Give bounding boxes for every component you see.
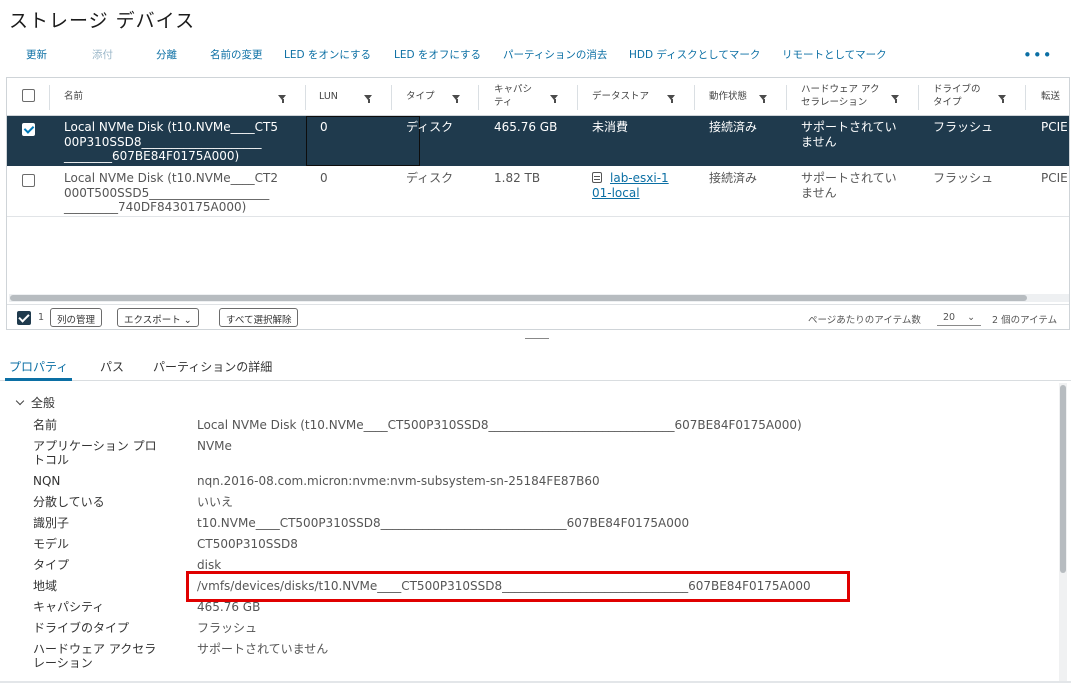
property-value: Local NVMe Disk (t10.NVMe____CT500P310SS… — [197, 418, 802, 432]
row-checkbox[interactable] — [22, 174, 35, 187]
property-label: 分散している — [33, 495, 105, 509]
column-header-capacity[interactable]: キャパシ ティ — [494, 78, 532, 115]
device-type: ディスク — [406, 171, 454, 185]
filter-icon[interactable] — [891, 95, 900, 103]
device-hw-acceleration: サポートされてい ません — [801, 120, 897, 149]
property-value: NVMe — [197, 439, 232, 453]
detach-button[interactable]: 分離 — [156, 47, 177, 62]
selection-checkbox[interactable] — [17, 311, 31, 325]
filter-icon[interactable] — [998, 95, 1007, 103]
filter-icon[interactable] — [667, 95, 676, 103]
property-label: アプリケーション プロ トコル — [33, 439, 157, 467]
property-value: サポートされていません — [197, 642, 329, 656]
filter-icon[interactable] — [452, 95, 461, 103]
rename-button[interactable]: 名前の変更 — [210, 47, 263, 62]
refresh-button[interactable]: 更新 — [26, 47, 47, 62]
details-tabs: プロパティ パス パーティションの詳細 — [0, 355, 1071, 381]
device-lun: 0 — [320, 171, 328, 185]
device-state: 接続済み — [709, 120, 758, 134]
led-on-button[interactable]: LED をオンにする — [284, 47, 371, 62]
property-value: CT500P310SSD8 — [197, 537, 298, 551]
deselect-all-button[interactable]: すべて選択解除 — [219, 308, 299, 327]
chevron-down-icon — [15, 396, 25, 406]
property-label: ドライブのタイプ — [33, 621, 130, 635]
device-datastore: 未消費 — [592, 120, 629, 134]
storage-devices-grid: 名前 LUN タイプ キャパシ ティ データストア 動作状態 ハードウェア アク… — [6, 77, 1070, 330]
grid-footer: 1 列の管理 エクスポート ⌄ すべて選択解除 ページあたりのアイテム数 20 … — [7, 304, 1069, 329]
device-lun: 0 — [320, 120, 328, 134]
device-transport: PCIE — [1041, 120, 1068, 134]
device-state: 接続済み — [709, 171, 758, 185]
led-off-button[interactable]: LED をオフにする — [394, 47, 481, 62]
property-label: NQN — [33, 474, 61, 488]
page-title: ストレージ デバイス — [9, 10, 196, 32]
device-type: ディスク — [406, 120, 454, 134]
scrollbar-thumb[interactable] — [1060, 385, 1066, 573]
filter-icon[interactable] — [278, 95, 287, 103]
selected-count: 1 — [38, 312, 45, 323]
highlight-box — [186, 571, 850, 602]
attach-button: 添付 — [92, 49, 113, 61]
property-value: t10.NVMe____CT500P310SSD8_______________… — [197, 516, 690, 530]
table-row[interactable]: Local NVMe Disk (t10.NVMe____CT5 00P310S… — [7, 116, 1069, 166]
property-label: モデル — [33, 537, 70, 551]
device-hw-acceleration: サポートされてい ません — [801, 171, 897, 200]
device-name: Local NVMe Disk (t10.NVMe____CT5 00P310S… — [64, 120, 278, 163]
property-label: 識別子 — [33, 516, 70, 530]
property-value: いいえ — [197, 495, 234, 509]
column-header-drive-type[interactable]: ドライブの タイプ — [933, 78, 981, 115]
chevron-down-icon: ⌄ — [967, 312, 976, 323]
select-all-checkbox[interactable] — [22, 89, 35, 102]
more-actions-button[interactable]: ••• — [1023, 46, 1053, 64]
manage-columns-button[interactable]: 列の管理 — [50, 308, 103, 327]
device-drive-type: フラッシュ — [933, 171, 994, 185]
property-label: キャパシティ — [33, 600, 105, 614]
properties-panel: 全般 名前 Local NVMe Disk (t10.NVMe____CT500… — [0, 383, 1067, 683]
pane-resize-handle[interactable] — [525, 338, 549, 339]
tab-partition-details[interactable]: パーティションの詳細 — [153, 358, 272, 375]
datastore-icon — [592, 172, 602, 183]
property-label: 地域 — [33, 579, 58, 593]
property-value: disk — [197, 558, 222, 572]
mark-remote-button[interactable]: リモートとしてマーク — [782, 47, 887, 62]
item-count: 2 個のアイテム — [992, 315, 1058, 326]
property-label: ハードウェア アクセラ レーション — [33, 642, 157, 670]
erase-partitions-button[interactable]: パーティションの消去 — [503, 47, 607, 62]
property-value: 465.76 GB — [197, 600, 261, 614]
filter-icon[interactable] — [364, 95, 373, 103]
divider — [0, 681, 1071, 683]
scrollbar-thumb[interactable] — [10, 295, 1027, 301]
device-transport: PCIE — [1041, 171, 1068, 185]
page-size-select[interactable]: 20 ⌄ — [937, 310, 981, 326]
horizontal-scrollbar[interactable] — [9, 294, 1069, 302]
property-value: フラッシュ — [197, 621, 258, 635]
grid-header: 名前 LUN タイプ キャパシ ティ データストア 動作状態 ハードウェア アク… — [7, 78, 1069, 116]
device-capacity: 1.82 TB — [494, 171, 541, 185]
items-per-page-label: ページあたりのアイテム数 — [808, 315, 921, 326]
column-header-hw-acceleration[interactable]: ハードウェア アク セラレーション — [801, 78, 880, 115]
device-name: Local NVMe Disk (t10.NVMe____CT2 000T500… — [64, 171, 278, 214]
property-value: nqn.2016-08.com.micron:nvme:nvm-subsyste… — [197, 474, 600, 488]
mark-hdd-button[interactable]: HDD ディスクとしてマーク — [629, 47, 760, 62]
tab-paths[interactable]: パス — [100, 358, 124, 375]
datastore-link[interactable]: lab-esxi-1 01-local — [592, 171, 669, 200]
active-tab-indicator — [5, 378, 72, 381]
filter-icon[interactable] — [759, 95, 768, 103]
tab-properties[interactable]: プロパティ — [9, 358, 68, 375]
row-checkbox[interactable] — [22, 123, 35, 136]
property-label: 名前 — [33, 418, 58, 432]
device-capacity: 465.76 GB — [494, 120, 558, 134]
device-drive-type: フラッシュ — [933, 120, 994, 134]
table-row[interactable]: Local NVMe Disk (t10.NVMe____CT2 000T500… — [7, 167, 1069, 217]
export-button[interactable]: エクスポート ⌄ — [117, 308, 199, 327]
filter-icon[interactable] — [550, 95, 559, 103]
section-general[interactable]: 全般 — [15, 394, 55, 411]
property-label: タイプ — [33, 558, 70, 572]
vertical-scrollbar[interactable] — [1059, 383, 1067, 683]
